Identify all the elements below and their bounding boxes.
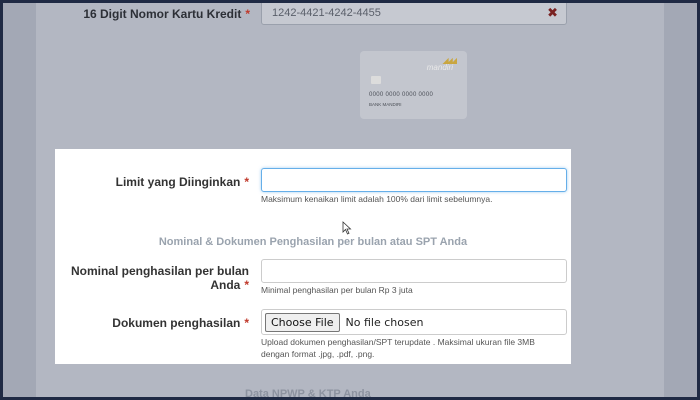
credit-card-label: 16 Digit Nomor Kartu Kredit * bbox=[70, 7, 250, 21]
card-bank-text: BANK MANDIRI bbox=[369, 102, 402, 107]
income-help-text: Minimal penghasilan per bulan Rp 3 juta bbox=[261, 285, 413, 295]
required-mark: * bbox=[244, 278, 249, 292]
income-section-title: Nominal & Dokumen Penghasilan per bulan … bbox=[158, 236, 468, 248]
file-status-text: No file chosen bbox=[345, 315, 424, 329]
choose-file-button[interactable]: Choose File bbox=[265, 312, 340, 332]
credit-card-label-text: 16 Digit Nomor Kartu Kredit bbox=[83, 7, 242, 21]
document-label-text: Dokumen penghasilan bbox=[112, 316, 241, 330]
clear-icon[interactable]: ✖ bbox=[547, 5, 558, 21]
limit-help-text: Maksimum kenaikan limit adalah 100% dari… bbox=[261, 194, 493, 204]
required-mark: * bbox=[244, 316, 249, 330]
card-number-text: 0000 0000 0000 0000 bbox=[369, 92, 434, 98]
mouse-cursor-icon bbox=[342, 221, 352, 235]
required-mark: * bbox=[244, 175, 249, 189]
document-help-line-1: Upload dokumen penghasilan/SPT terupdate… bbox=[261, 337, 535, 347]
credit-card-number-input[interactable]: 1242-4421-4242-4455 ✖ bbox=[261, 0, 567, 25]
income-label: Nominal penghasilan per bulan Anda * bbox=[55, 264, 249, 292]
next-section-title: Data NPWP & KTP Anda bbox=[245, 388, 371, 400]
card-brand: mandiri bbox=[426, 63, 453, 72]
document-file-input[interactable]: Choose File No file chosen bbox=[261, 309, 567, 335]
income-label-text: Nominal penghasilan per bulan Anda bbox=[70, 264, 249, 292]
document-help-line-2: dengan format .jpg, .pdf, .png. bbox=[261, 349, 375, 359]
highlighted-form-section: Limit yang Diinginkan * Maksimum kenaikan… bbox=[55, 149, 571, 364]
document-label: Dokumen penghasilan * bbox=[55, 316, 249, 330]
credit-card-image: ◢◢◢ mandiri 0000 0000 0000 0000 BANK MAN… bbox=[360, 51, 467, 119]
required-mark: * bbox=[245, 7, 250, 21]
limit-input[interactable] bbox=[261, 168, 567, 192]
limit-label: Limit yang Diinginkan * bbox=[55, 175, 249, 189]
card-chip-icon bbox=[371, 76, 381, 84]
income-input[interactable] bbox=[261, 259, 567, 283]
limit-label-text: Limit yang Diinginkan bbox=[115, 175, 241, 189]
credit-card-number-value: 1242-4421-4242-4455 bbox=[272, 6, 381, 19]
